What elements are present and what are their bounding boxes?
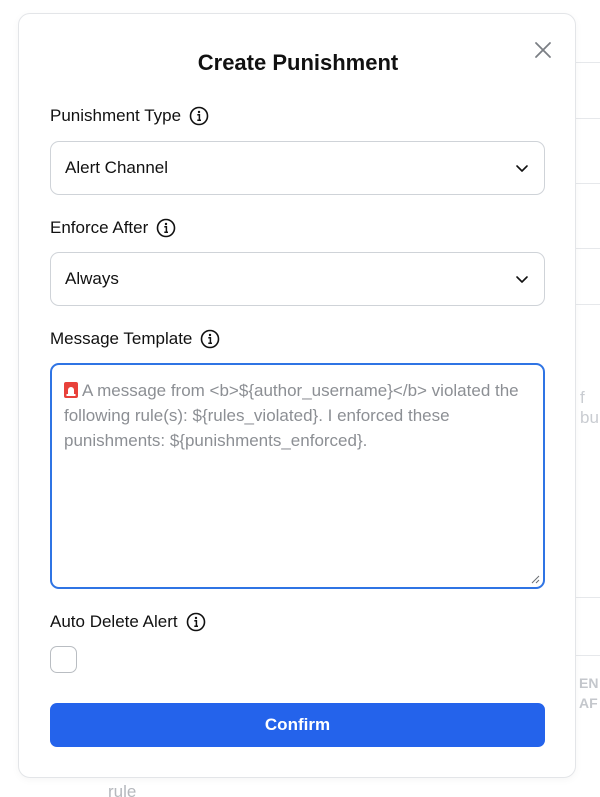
info-icon[interactable] — [156, 218, 176, 238]
message-template-placeholder: A message from <b>${author_username}</b>… — [64, 381, 519, 450]
background-text-fragment: f bu — [580, 388, 599, 427]
chevron-down-icon — [516, 276, 528, 283]
punishment-type-select[interactable]: Alert Channel — [50, 141, 545, 195]
auto-delete-alert-checkbox[interactable] — [50, 646, 77, 673]
message-template-textarea[interactable]: A message from <b>${author_username}</b>… — [50, 363, 545, 589]
enforce-after-select[interactable]: Always — [50, 252, 545, 306]
background-cell-text: rule — [108, 782, 137, 797]
punishment-type-label-row: Punishment Type — [50, 106, 209, 126]
enforce-after-label-row: Enforce After — [50, 218, 176, 238]
info-icon[interactable] — [189, 106, 209, 126]
info-icon[interactable] — [200, 329, 220, 349]
auto-delete-alert-label: Auto Delete Alert — [50, 612, 178, 631]
enforce-after-value: Always — [65, 269, 119, 288]
punishment-type-value: Alert Channel — [65, 158, 169, 177]
background-column-header: EN AF — [579, 675, 599, 711]
punishment-type-label: Punishment Type — [50, 106, 182, 125]
modal-title: Create Punishment — [197, 50, 399, 75]
enforce-after-label: Enforce After — [50, 218, 149, 237]
info-icon[interactable] — [186, 612, 206, 632]
message-template-label: Message Template — [50, 329, 193, 348]
chevron-down-icon — [516, 165, 528, 172]
create-punishment-modal: Create Punishment Punishment Type Alert … — [18, 13, 576, 778]
siren-icon — [64, 382, 78, 398]
resize-handle-icon[interactable] — [530, 574, 540, 584]
message-template-label-row: Message Template — [50, 329, 220, 349]
auto-delete-alert-label-row: Auto Delete Alert — [50, 612, 206, 632]
confirm-button[interactable]: Confirm — [50, 703, 545, 747]
